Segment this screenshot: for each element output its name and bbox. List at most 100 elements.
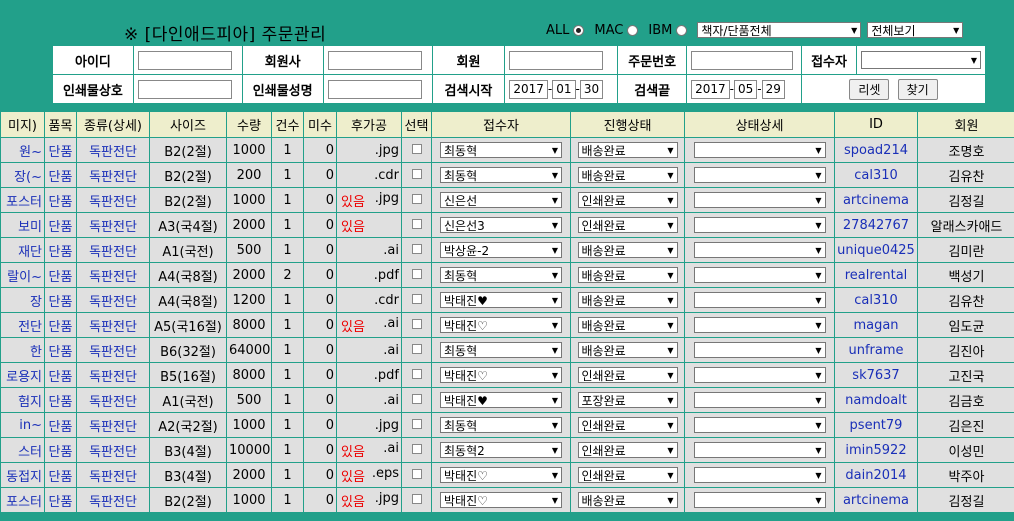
user-id-link[interactable]: cal310 [834, 162, 918, 188]
user-id-link[interactable]: magan [834, 312, 918, 338]
status-select[interactable]: 배송완료 ▼ [577, 167, 678, 183]
receiver-select[interactable]: 박태진♡ ▼ [440, 317, 562, 333]
item-link[interactable]: 단품 [44, 262, 77, 288]
status-detail-select[interactable]: ▼ [693, 467, 826, 483]
item-link[interactable]: 단품 [44, 462, 77, 488]
item-link[interactable]: 단품 [44, 437, 77, 463]
receiver-select[interactable]: 신은선3 ▼ [440, 217, 562, 233]
status-select[interactable]: 배송완료 ▼ [577, 142, 678, 158]
order-no-input[interactable] [691, 50, 794, 70]
item-link[interactable]: 단품 [44, 412, 77, 438]
item-link[interactable]: 단품 [44, 312, 77, 338]
status-detail-select[interactable]: ▼ [693, 167, 826, 183]
status-detail-select[interactable]: ▼ [693, 217, 826, 233]
kind-link[interactable]: 독판전단 [76, 312, 150, 338]
user-id-link[interactable]: namdoalt [834, 387, 918, 413]
row-checkbox[interactable] [411, 293, 422, 304]
kind-link[interactable]: 독판전단 [76, 337, 150, 363]
start-year-input[interactable]: 2017 [509, 79, 548, 99]
radio-all[interactable] [573, 24, 585, 36]
status-detail-select[interactable]: ▼ [693, 267, 826, 283]
order-name-link[interactable]: 랄이~ [0, 262, 45, 288]
print-title-input[interactable] [327, 79, 422, 99]
row-checkbox[interactable] [411, 468, 422, 479]
status-detail-select[interactable]: ▼ [693, 367, 826, 383]
status-select[interactable]: 포장완료 ▼ [577, 392, 678, 408]
kind-link[interactable]: 독판전단 [76, 437, 150, 463]
kind-link[interactable]: 독판전단 [76, 387, 150, 413]
status-detail-select[interactable]: ▼ [693, 192, 826, 208]
row-checkbox[interactable] [411, 368, 422, 379]
row-checkbox[interactable] [411, 443, 422, 454]
order-name-link[interactable]: 포스터 [0, 487, 45, 513]
order-name-link[interactable]: 스터 [0, 437, 45, 463]
status-select[interactable]: 배송완료 ▼ [577, 492, 678, 508]
end-month-input[interactable]: 05 [734, 79, 758, 99]
user-id-link[interactable]: artcinema [834, 487, 918, 513]
order-name-link[interactable]: 한 [0, 337, 45, 363]
start-month-input[interactable]: 01 [552, 79, 576, 99]
order-name-link[interactable]: 험지 [0, 387, 45, 413]
user-id-link[interactable]: cal310 [834, 287, 918, 313]
kind-link[interactable]: 독판전단 [76, 137, 150, 163]
item-link[interactable]: 단품 [44, 237, 77, 263]
status-detail-select[interactable]: ▼ [693, 392, 826, 408]
reset-button[interactable]: 리셋 [849, 78, 890, 100]
status-select[interactable]: 배송완료 ▼ [577, 317, 678, 333]
receiver-select[interactable]: 최동혁 ▼ [440, 167, 562, 183]
order-name-link[interactable]: 보미 [0, 212, 45, 238]
item-link[interactable]: 단품 [44, 387, 77, 413]
row-checkbox[interactable] [411, 318, 422, 329]
row-checkbox[interactable] [411, 243, 422, 254]
kind-link[interactable]: 독판전단 [76, 212, 150, 238]
start-day-input[interactable]: 30 [579, 79, 604, 99]
kind-link[interactable]: 독판전단 [76, 237, 150, 263]
user-id-link[interactable]: psent79 [834, 412, 918, 438]
print-name-input[interactable] [137, 79, 232, 99]
user-id-link[interactable]: dain2014 [834, 462, 918, 488]
order-name-link[interactable]: 장(~ [0, 162, 45, 188]
receiver-select[interactable]: ▼ [861, 51, 981, 69]
order-name-link[interactable]: 재단 [0, 237, 45, 263]
receiver-select[interactable]: 박태진♡ ▼ [440, 467, 562, 483]
user-id-link[interactable]: unique0425 [834, 237, 918, 263]
order-name-link[interactable]: 원~ [0, 137, 45, 163]
company-input[interactable] [327, 50, 422, 70]
user-id-link[interactable]: sk7637 [834, 362, 918, 388]
status-select[interactable]: 배송완료 ▼ [577, 242, 678, 258]
kind-link[interactable]: 독판전단 [76, 462, 150, 488]
status-select[interactable]: 인쇄완료 ▼ [577, 417, 678, 433]
item-link[interactable]: 단품 [44, 162, 77, 188]
order-name-link[interactable]: 로용지 [0, 362, 45, 388]
kind-link[interactable]: 독판전단 [76, 412, 150, 438]
receiver-select[interactable]: 최동혁 ▼ [440, 342, 562, 358]
row-checkbox[interactable] [411, 193, 422, 204]
order-name-link[interactable]: 장 [0, 287, 45, 313]
status-detail-select[interactable]: ▼ [693, 417, 826, 433]
item-link[interactable]: 단품 [44, 362, 77, 388]
user-id-link[interactable]: 27842767 [834, 212, 918, 238]
kind-link[interactable]: 독판전단 [76, 487, 150, 513]
status-select[interactable]: 인쇄완료 ▼ [577, 367, 678, 383]
status-detail-select[interactable]: ▼ [693, 442, 826, 458]
status-detail-select[interactable]: ▼ [693, 317, 826, 333]
item-link[interactable]: 단품 [44, 337, 77, 363]
status-select[interactable]: 배송완료 ▼ [577, 292, 678, 308]
receiver-select[interactable]: 박태진♡ ▼ [440, 367, 562, 383]
order-name-link[interactable]: 전단 [0, 312, 45, 338]
kind-link[interactable]: 독판전단 [76, 287, 150, 313]
member-input[interactable] [509, 50, 604, 70]
item-link[interactable]: 단품 [44, 212, 77, 238]
item-link[interactable]: 단품 [44, 187, 77, 213]
status-select[interactable]: 인쇄완료 ▼ [577, 442, 678, 458]
user-id-link[interactable]: artcinema [834, 187, 918, 213]
status-detail-select[interactable]: ▼ [693, 142, 826, 158]
receiver-select[interactable]: 박태진♡ ▼ [440, 492, 562, 508]
kind-link[interactable]: 독판전단 [76, 162, 150, 188]
receiver-select[interactable]: 신은선 ▼ [440, 192, 562, 208]
status-detail-select[interactable]: ▼ [693, 292, 826, 308]
end-year-input[interactable]: 2017 [691, 79, 730, 99]
status-detail-select[interactable]: ▼ [693, 242, 826, 258]
row-checkbox[interactable] [411, 393, 422, 404]
category-select[interactable]: 책자/단품전체 ▼ [697, 22, 862, 38]
